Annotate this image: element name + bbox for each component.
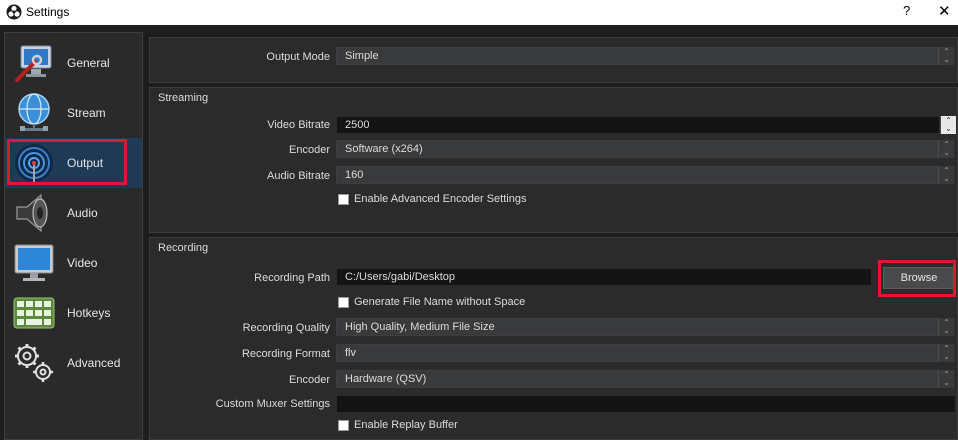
streaming-encoder-select[interactable]: Software (x264) [336, 140, 938, 158]
sidebar-item-label: Stream [67, 106, 106, 120]
recording-quality-label: Recording Quality [242, 322, 330, 334]
audio-bitrate-chevron-icon[interactable]: ⌃ ⌄ [938, 166, 954, 184]
sidebar-item-audio[interactable]: Audio [5, 188, 142, 238]
antenna-signal-icon [15, 144, 53, 183]
sidebar-item-label: Advanced [67, 356, 121, 370]
custom-muxer-input[interactable] [336, 395, 956, 413]
recording-quality-select[interactable]: High Quality, Medium File Size [336, 318, 938, 336]
recording-encoder-chevron-icon[interactable]: ⌃ ⌄ [938, 370, 954, 388]
video-bitrate-input[interactable]: 2500 [336, 116, 940, 134]
sidebar-item-output[interactable]: Output [5, 138, 142, 188]
sidebar-item-label: Audio [67, 206, 98, 220]
recording-format-chevron-icon[interactable]: ⌃ ⌄ [938, 344, 954, 362]
obs-logo-icon [6, 4, 22, 20]
streaming-group-title: Streaming [158, 92, 209, 104]
audio-bitrate-select[interactable]: 160 [336, 166, 938, 184]
output-mode-chevron-icon[interactable]: ⌃ ⌄ [938, 47, 954, 65]
recording-format-select[interactable]: flv [336, 344, 938, 362]
audio-bitrate-label: Audio Bitrate [267, 170, 330, 182]
sidebar-item-label: Output [67, 156, 104, 170]
advanced-encoder-checkbox[interactable] [338, 194, 349, 205]
streaming-group: Streaming Video Bitrate 2500 ⌃ ⌄ Encoder … [149, 87, 958, 233]
no-space-label: Generate File Name without Space [354, 296, 526, 308]
replay-buffer-label: Enable Replay Buffer [354, 419, 458, 431]
speaker-icon [16, 193, 48, 233]
recording-group: Recording Recording Path C:/Users/gabi/D… [149, 237, 958, 440]
sidebar-item-advanced[interactable]: Advanced [5, 338, 142, 388]
sidebar-item-stream[interactable]: Stream [5, 88, 142, 138]
sidebar-item-general[interactable]: General [5, 38, 142, 88]
advanced-encoder-label: Enable Advanced Encoder Settings [354, 193, 527, 205]
video-bitrate-label: Video Bitrate [267, 119, 330, 131]
recording-encoder-label: Encoder [289, 374, 330, 386]
sidebar-item-label: General [67, 56, 110, 70]
title-bar: Settings ? ✕ [0, 0, 958, 25]
browse-button[interactable]: Browse [883, 267, 955, 289]
recording-group-title: Recording [158, 242, 209, 254]
output-mode-select[interactable]: Simple [336, 47, 938, 65]
video-bitrate-spinner[interactable]: ⌃ ⌄ [940, 116, 956, 134]
gears-icon [15, 344, 53, 382]
streaming-encoder-label: Encoder [289, 144, 330, 156]
recording-format-label: Recording Format [241, 348, 330, 360]
monitor-wrench-icon [15, 45, 52, 82]
recording-encoder-select[interactable]: Hardware (QSV) [336, 370, 938, 388]
recording-path-label: Recording Path [254, 272, 330, 284]
window-title: Settings [26, 5, 70, 19]
recording-path-input[interactable]: C:/Users/gabi/Desktop [336, 268, 872, 286]
replay-buffer-checkbox[interactable] [338, 420, 349, 431]
no-space-checkbox[interactable] [338, 297, 349, 308]
sidebar-item-hotkeys[interactable]: Hotkeys [5, 288, 142, 338]
output-mode-panel: Output Mode Simple ⌃ ⌄ [149, 37, 958, 83]
sidebar-item-label: Video [67, 256, 98, 270]
output-settings-panel: Output Mode Simple ⌃ ⌄ Streaming Video Bi… [149, 37, 958, 440]
sidebar-item-label: Hotkeys [67, 306, 111, 320]
globe-network-icon [18, 93, 50, 131]
help-button[interactable]: ? [903, 3, 910, 18]
keyboard-icon [13, 297, 55, 329]
monitor-icon [14, 244, 54, 281]
recording-quality-chevron-icon[interactable]: ⌃ ⌄ [938, 318, 954, 336]
sidebar-item-video[interactable]: Video [5, 238, 142, 288]
streaming-encoder-chevron-icon[interactable]: ⌃ ⌄ [938, 140, 954, 158]
close-button[interactable]: ✕ [938, 2, 951, 20]
settings-sidebar: General Stream Output Audio Video Hotkey… [4, 32, 143, 440]
output-mode-label: Output Mode [266, 51, 330, 63]
custom-muxer-label: Custom Muxer Settings [215, 398, 330, 410]
